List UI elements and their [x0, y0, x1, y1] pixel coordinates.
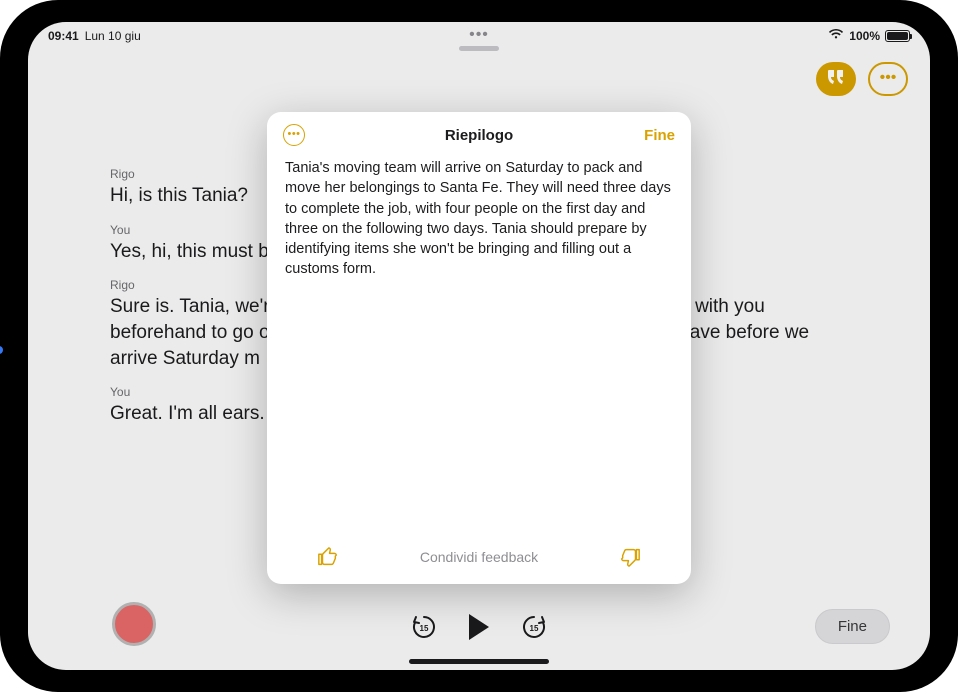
ellipsis-icon: ••• [880, 69, 897, 87]
thumbs-up-button[interactable] [317, 546, 339, 568]
home-indicator[interactable] [409, 659, 549, 664]
quote-icon [827, 70, 845, 88]
more-button[interactable]: ••• [868, 62, 908, 96]
wifi-icon [828, 28, 844, 43]
multitask-indicator[interactable]: ••• [459, 26, 499, 51]
ellipsis-circle-icon: ••• [287, 129, 300, 140]
battery-icon [885, 30, 910, 42]
modal-more-button[interactable]: ••• [283, 124, 305, 146]
status-date: Lun 10 giu [85, 29, 141, 43]
play-button[interactable] [466, 612, 492, 642]
modal-done-button[interactable]: Fine [644, 127, 675, 144]
side-indicator [0, 346, 3, 354]
ipad-frame: 09:41 Lun 10 giu 100% ••• [0, 0, 958, 692]
thumbs-down-button[interactable] [619, 546, 641, 568]
battery-percent: 100% [849, 29, 880, 43]
summary-text: Tania's moving team will arrive on Satur… [267, 152, 691, 286]
multitask-dots-icon: ••• [459, 26, 499, 44]
transcript-button[interactable] [816, 62, 856, 96]
done-button[interactable]: Fine [815, 609, 890, 644]
summary-modal: ••• Riepilogo Fine Tania's moving team w… [267, 112, 691, 584]
skip-forward-15-button[interactable]: 15 [520, 613, 548, 641]
modal-title: Riepilogo [267, 127, 691, 144]
status-time: 09:41 [48, 29, 79, 43]
svg-text:15: 15 [530, 624, 539, 633]
screen: 09:41 Lun 10 giu 100% ••• [28, 22, 930, 670]
skip-back-15-button[interactable]: 15 [410, 613, 438, 641]
playback-controls: 15 15 [28, 612, 930, 642]
sheet-grabber[interactable] [459, 46, 499, 51]
svg-text:15: 15 [420, 624, 429, 633]
feedback-label: Condividi feedback [420, 549, 538, 565]
